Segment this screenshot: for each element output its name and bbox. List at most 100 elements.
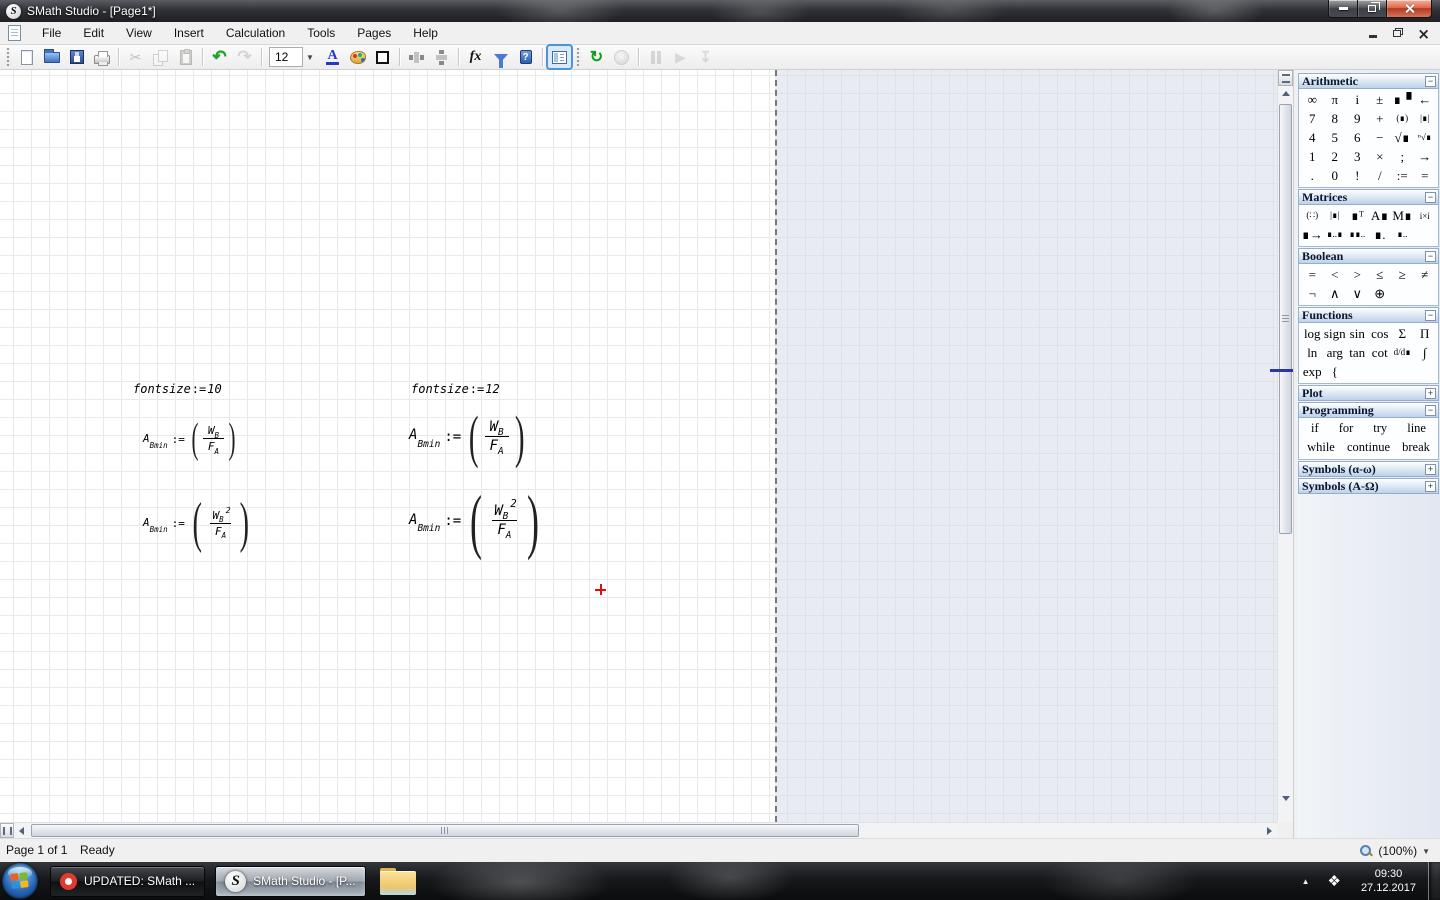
definition-fontsize[interactable]: fontsize:=10: [133, 382, 222, 396]
palette-button[interactable]: (∎): [1391, 113, 1414, 124]
palette-button[interactable]: while: [1303, 440, 1339, 455]
taskbar-button-opera[interactable]: UPDATED: SMath ...: [50, 866, 205, 897]
tray-expand-icon[interactable]: ▲: [1292, 877, 1320, 886]
worksheet-canvas[interactable]: fontsize:=10fontsize:=12ABmin:=(WBFA)ABm…: [0, 70, 1277, 822]
restore-button[interactable]: [1358, 0, 1386, 18]
reference-book-button[interactable]: ?: [514, 46, 537, 68]
combo-dropdown-icon[interactable]: ▼: [303, 53, 317, 62]
palette-button[interactable]: |∎|: [1414, 113, 1437, 124]
taskbar-button-smath[interactable]: SSMath Studio - [P...: [215, 866, 366, 897]
palette-button[interactable]: <: [1324, 267, 1347, 283]
panel-header-functions[interactable]: Functions−: [1298, 307, 1439, 323]
taskbar-clock[interactable]: 09:30 27.12.2017: [1349, 867, 1428, 895]
palette-button[interactable]: /: [1369, 168, 1392, 184]
palette-button[interactable]: d/d∎: [1391, 347, 1414, 358]
palette-button[interactable]: Σ: [1391, 326, 1414, 342]
dropbox-tray-icon[interactable]: ❖: [1319, 872, 1348, 890]
palette-button[interactable]: 7: [1301, 111, 1324, 127]
undo-button[interactable]: ↶: [208, 46, 231, 68]
show-desktop-button[interactable]: [1428, 862, 1440, 900]
menu-edit[interactable]: Edit: [72, 23, 115, 43]
expand-icon[interactable]: +: [1425, 388, 1436, 399]
palette-button[interactable]: (∷): [1301, 210, 1324, 221]
palette-button[interactable]: →: [1414, 149, 1437, 165]
zoom-dropdown-icon[interactable]: ▼: [1422, 847, 1430, 856]
start-button[interactable]: [2, 863, 38, 899]
palette-button[interactable]: ∨: [1346, 286, 1369, 302]
minimize-button[interactable]: [1328, 0, 1358, 18]
menu-help[interactable]: Help: [402, 23, 449, 43]
palette-button[interactable]: ≤: [1369, 267, 1392, 283]
open-button[interactable]: [40, 46, 63, 68]
menu-pages[interactable]: Pages: [346, 23, 402, 43]
palette-button[interactable]: ∎.: [1369, 227, 1392, 243]
palette-button[interactable]: π: [1324, 92, 1347, 108]
vertical-scroll-thumb[interactable]: [1279, 104, 1292, 534]
panel-header-symbols-α-ω[interactable]: Symbols (Α-Ω)+: [1298, 478, 1439, 494]
palette-button[interactable]: ∎..∎: [1324, 229, 1347, 240]
palette-button[interactable]: ∧: [1324, 286, 1347, 302]
align-vertical-button[interactable]: [430, 46, 453, 68]
palette-button[interactable]: 0: [1324, 168, 1347, 184]
vertical-scroll-track[interactable]: [1278, 101, 1293, 791]
palette-button[interactable]: cot: [1369, 345, 1392, 361]
palette-button[interactable]: continue: [1343, 440, 1394, 455]
horizontal-scroll-thumb[interactable]: [31, 824, 859, 837]
palette-button[interactable]: ∎▝: [1391, 92, 1414, 108]
palette-button[interactable]: ∫: [1414, 345, 1437, 361]
palette-button[interactable]: ∞: [1301, 92, 1324, 108]
scroll-down-button[interactable]: [1278, 791, 1293, 806]
menu-tools[interactable]: Tools: [296, 23, 346, 43]
palette-button[interactable]: ∎→: [1301, 227, 1324, 243]
scroll-left-button[interactable]: [14, 823, 29, 838]
show-borders-button[interactable]: [371, 46, 394, 68]
print-button[interactable]: [90, 46, 113, 68]
palette-button[interactable]: 1: [1301, 149, 1324, 165]
palette-button[interactable]: .: [1301, 168, 1324, 184]
palette-button[interactable]: >: [1346, 267, 1369, 283]
palette-button[interactable]: M∎: [1391, 208, 1414, 224]
palette-button[interactable]: |∎|: [1324, 210, 1347, 221]
palette-button[interactable]: ∎∎..: [1346, 229, 1369, 240]
split-view-handle[interactable]: [1278, 70, 1293, 86]
palette-button[interactable]: for: [1335, 421, 1358, 436]
palette-button[interactable]: +: [1369, 111, 1392, 127]
font-size-combo[interactable]: 12▼: [269, 47, 317, 67]
formula-abmin[interactable]: ABmin:=(WBFA): [409, 410, 529, 463]
palette-button[interactable]: exp: [1301, 364, 1324, 380]
menu-calculation[interactable]: Calculation: [215, 23, 296, 43]
palette-button[interactable]: ∎ᵀ: [1346, 208, 1369, 224]
mdi-minimize-button[interactable]: [1369, 35, 1377, 38]
expand-icon[interactable]: +: [1425, 464, 1436, 475]
palette-button[interactable]: i: [1346, 92, 1369, 108]
palette-button[interactable]: ⁿ√∎: [1414, 132, 1437, 143]
palette-button[interactable]: ←: [1414, 92, 1437, 108]
palette-button[interactable]: 3: [1346, 149, 1369, 165]
palette-button[interactable]: ¬: [1301, 286, 1324, 302]
mdi-close-button[interactable]: ×: [1417, 27, 1430, 41]
new-page-button[interactable]: [15, 46, 38, 68]
insert-function-button[interactable]: fx: [464, 46, 487, 68]
formula-abmin[interactable]: ABmin:=(WBFA): [143, 420, 239, 459]
insert-filter-button[interactable]: [489, 46, 512, 68]
palette-button[interactable]: −: [1369, 130, 1392, 146]
palette-button[interactable]: ∎..: [1391, 229, 1414, 240]
palette-button[interactable]: ≥: [1391, 267, 1414, 283]
palette-button[interactable]: !: [1346, 168, 1369, 184]
palette-button[interactable]: 8: [1324, 111, 1347, 127]
palette-button[interactable]: 4: [1301, 130, 1324, 146]
palette-button[interactable]: :=: [1391, 168, 1414, 184]
palette-button[interactable]: sign: [1324, 326, 1347, 342]
formula-abmin[interactable]: ABmin:=(WB2FA): [143, 498, 253, 550]
menu-insert[interactable]: Insert: [163, 23, 215, 43]
recalculate-button[interactable]: ↻: [585, 46, 608, 68]
palette-button[interactable]: Π: [1414, 326, 1437, 342]
palette-button[interactable]: 9: [1346, 111, 1369, 127]
panel-header-matrices[interactable]: Matrices−: [1298, 189, 1439, 205]
close-button[interactable]: [1386, 0, 1432, 18]
palette-button[interactable]: =: [1301, 267, 1324, 283]
palette-button[interactable]: {: [1324, 364, 1347, 380]
panel-header-boolean[interactable]: Boolean−: [1298, 248, 1439, 264]
palette-button[interactable]: arg: [1324, 345, 1347, 361]
collapse-icon[interactable]: −: [1425, 251, 1436, 262]
